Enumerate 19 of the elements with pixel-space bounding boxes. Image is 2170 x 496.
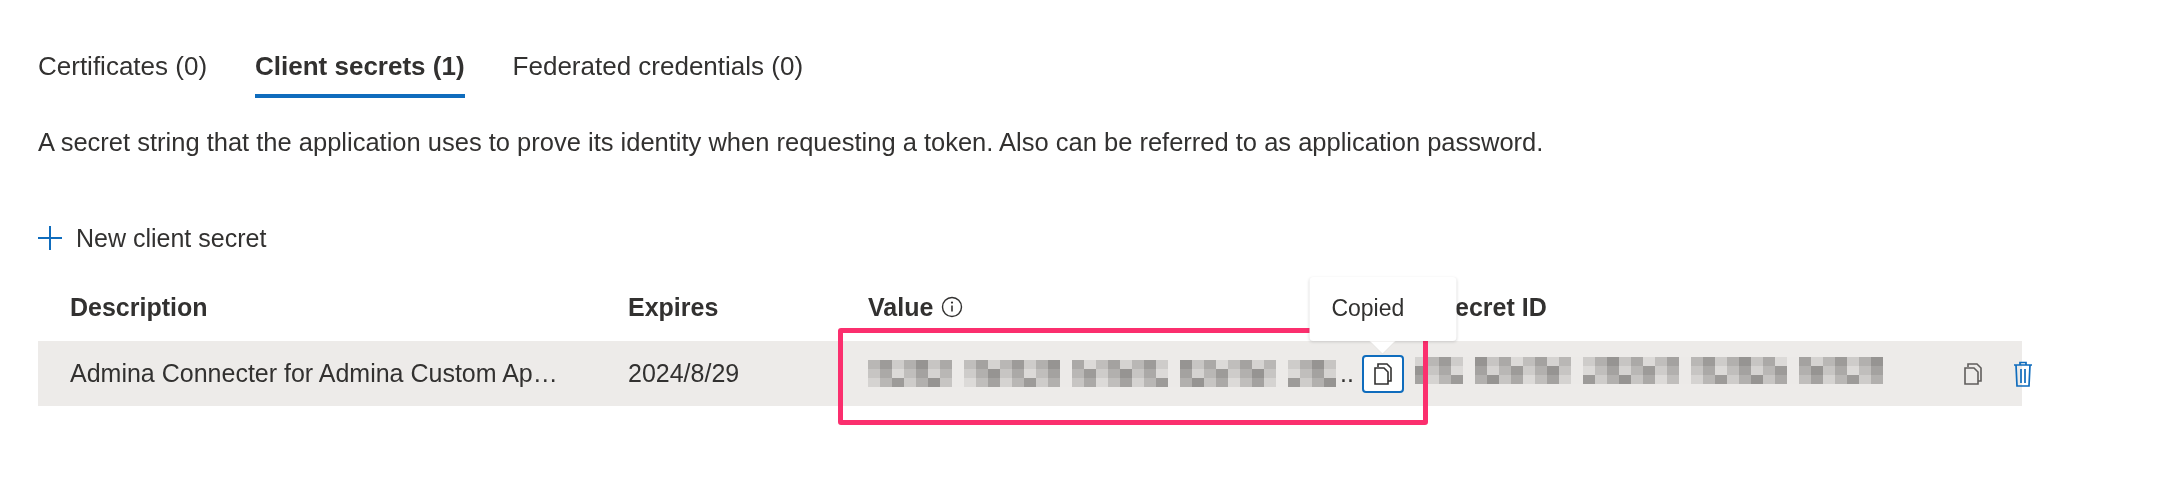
new-client-secret-button[interactable]: New client secret [38, 216, 267, 260]
table-cell-text: Admina Connecter for Admina Custom Ap… [70, 359, 559, 388]
description-text: A secret string that the application uses to prove its identity when requesting a token. Also can be referred to as application password. [38, 128, 1545, 156]
ellipsis-text: .. [1340, 359, 1354, 388]
tab[interactable]: Federated credentials (0) [512, 40, 804, 98]
tooltip-text: Copied [1331, 295, 1405, 322]
tab[interactable]: Client secrets (1) [255, 40, 465, 98]
table-cell-text: 2024/8/29 [628, 359, 741, 388]
column-header: Description [70, 292, 208, 322]
tab[interactable]: Certificates (0) [38, 40, 208, 98]
column-header: Value [868, 292, 934, 322]
delete-button[interactable] [2013, 360, 2033, 387]
trash-icon [2013, 360, 2033, 387]
copy-button[interactable] [1963, 361, 1983, 386]
column-header: Expires [628, 292, 719, 322]
plus-icon [38, 226, 62, 250]
copy-icon [1963, 361, 1983, 386]
copy-icon [1372, 361, 1393, 386]
column-header: ecret ID [1455, 292, 1547, 322]
